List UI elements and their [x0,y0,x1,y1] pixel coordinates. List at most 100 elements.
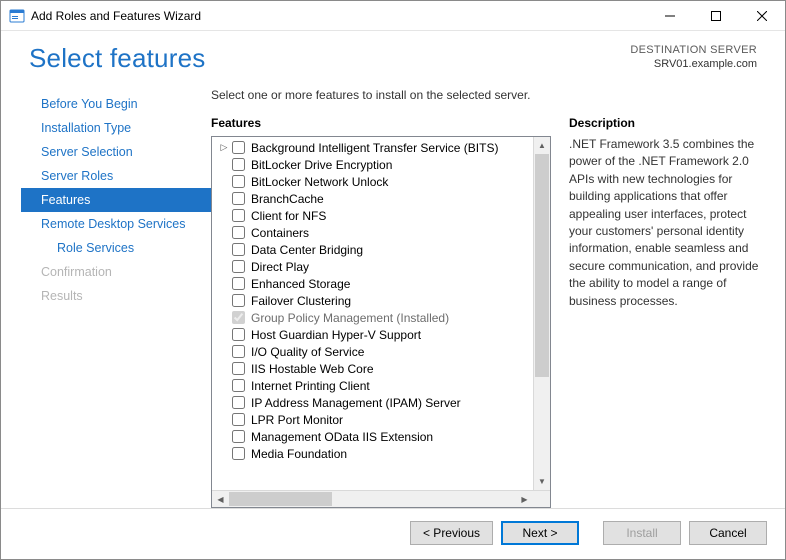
feature-row[interactable]: Media Foundation [216,445,533,462]
nav-step[interactable]: Features [21,188,211,212]
feature-row[interactable]: Data Center Bridging [216,241,533,258]
feature-checkbox[interactable] [232,345,245,358]
feature-row[interactable]: Containers [216,224,533,241]
feature-row[interactable]: BranchCache [216,190,533,207]
feature-checkbox[interactable] [232,379,245,392]
feature-row[interactable]: Failover Clustering [216,292,533,309]
feature-label: Enhanced Storage [251,277,350,291]
features-column: Features ▷ Background Intelligent Transfe… [211,116,551,508]
feature-checkbox[interactable] [232,447,245,460]
feature-checkbox[interactable] [232,328,245,341]
nav-step-label: Role Services [57,241,134,255]
description-text: .NET Framework 3.5 combines the power of… [569,136,767,310]
nav-step-label: Server Selection [41,145,133,159]
previous-button[interactable]: < Previous [410,521,493,545]
horizontal-scrollbar[interactable]: ◀ ▶ [212,490,550,507]
feature-row[interactable]: BitLocker Drive Encryption [216,156,533,173]
minimize-button[interactable] [647,1,693,31]
footer: < Previous Next > Install Cancel [1,508,785,559]
destination-info: DESTINATION SERVER SRV01.example.com [630,43,757,72]
feature-row[interactable]: Internet Printing Client [216,377,533,394]
window-title: Add Roles and Features Wizard [31,9,647,23]
nav-step[interactable]: Server Selection [21,140,211,164]
feature-row[interactable]: BitLocker Network Unlock [216,173,533,190]
feature-label: I/O Quality of Service [251,345,364,359]
nav-step[interactable]: Installation Type [21,116,211,140]
nav-step[interactable]: Remote Desktop Services [21,212,211,236]
cancel-button[interactable]: Cancel [689,521,767,545]
nav-step-label: Results [41,289,83,303]
feature-checkbox[interactable] [232,226,245,239]
feature-checkbox[interactable] [232,413,245,426]
install-button[interactable]: Install [603,521,681,545]
feature-label: BitLocker Network Unlock [251,175,388,189]
scroll-right-icon[interactable]: ▶ [516,491,533,507]
titlebar: Add Roles and Features Wizard [1,1,785,31]
nav-step-label: Features [41,193,90,207]
description-column: Description .NET Framework 3.5 combines … [569,116,767,508]
feature-row[interactable]: LPR Port Monitor [216,411,533,428]
nav-step-label: Installation Type [41,121,131,135]
vertical-scrollbar[interactable]: ▲ ▼ [533,137,550,490]
scroll-up-icon[interactable]: ▲ [534,137,550,154]
feature-checkbox[interactable] [232,362,245,375]
nav-step: Results [21,284,211,308]
feature-label: Containers [251,226,309,240]
main-panel: Select one or more features to install o… [211,88,767,508]
feature-label: Host Guardian Hyper-V Support [251,328,421,342]
feature-label: Client for NFS [251,209,326,223]
feature-checkbox[interactable] [232,158,245,171]
nav-step-label: Remote Desktop Services [41,217,186,231]
feature-checkbox[interactable] [232,192,245,205]
expander-icon[interactable]: ▷ [218,142,230,153]
feature-label: Direct Play [251,260,309,274]
app-icon [9,8,25,24]
nav-step[interactable]: Role Services [21,236,211,260]
feature-row[interactable]: Client for NFS [216,207,533,224]
feature-row[interactable]: Enhanced Storage [216,275,533,292]
nav-step[interactable]: Server Roles [21,164,211,188]
minimize-icon [665,11,675,21]
feature-label: Group Policy Management (Installed) [251,311,449,325]
feature-label: Background Intelligent Transfer Service … [251,141,498,155]
feature-label: IP Address Management (IPAM) Server [251,396,461,410]
feature-checkbox[interactable] [232,260,245,273]
scroll-down-icon[interactable]: ▼ [534,473,550,490]
feature-row[interactable]: IP Address Management (IPAM) Server [216,394,533,411]
feature-row[interactable]: Management OData IIS Extension [216,428,533,445]
features-heading: Features [211,116,551,130]
feature-label: Failover Clustering [251,294,351,308]
feature-checkbox[interactable] [232,294,245,307]
vertical-scroll-thumb[interactable] [535,154,549,377]
feature-row[interactable]: Direct Play [216,258,533,275]
destination-server: SRV01.example.com [630,57,757,71]
feature-checkbox[interactable] [232,277,245,290]
feature-checkbox[interactable] [232,175,245,188]
feature-row[interactable]: Group Policy Management (Installed) [216,309,533,326]
maximize-icon [711,11,721,21]
feature-checkbox[interactable] [232,209,245,222]
close-button[interactable] [739,1,785,31]
feature-label: Management OData IIS Extension [251,430,433,444]
feature-label: Data Center Bridging [251,243,363,257]
feature-checkbox[interactable] [232,243,245,256]
maximize-button[interactable] [693,1,739,31]
horizontal-scroll-thumb[interactable] [229,492,332,506]
nav-step[interactable]: Before You Begin [21,92,211,116]
next-button[interactable]: Next > [501,521,579,545]
feature-checkbox [232,311,245,324]
feature-row[interactable]: ▷ Background Intelligent Transfer Service… [216,139,533,156]
feature-checkbox[interactable] [232,396,245,409]
feature-checkbox[interactable] [232,430,245,443]
feature-row[interactable]: Host Guardian Hyper-V Support [216,326,533,343]
features-tree[interactable]: ▷ Background Intelligent Transfer Service… [211,136,551,508]
feature-checkbox[interactable] [232,141,245,154]
main-columns: Features ▷ Background Intelligent Transfe… [211,116,767,508]
feature-label: Internet Printing Client [251,379,370,393]
feature-row[interactable]: I/O Quality of Service [216,343,533,360]
feature-label: Media Foundation [251,447,347,461]
scroll-left-icon[interactable]: ◀ [212,491,229,507]
feature-row[interactable]: IIS Hostable Web Core [216,360,533,377]
feature-label: BranchCache [251,192,324,206]
nav-step-label: Server Roles [41,169,113,183]
